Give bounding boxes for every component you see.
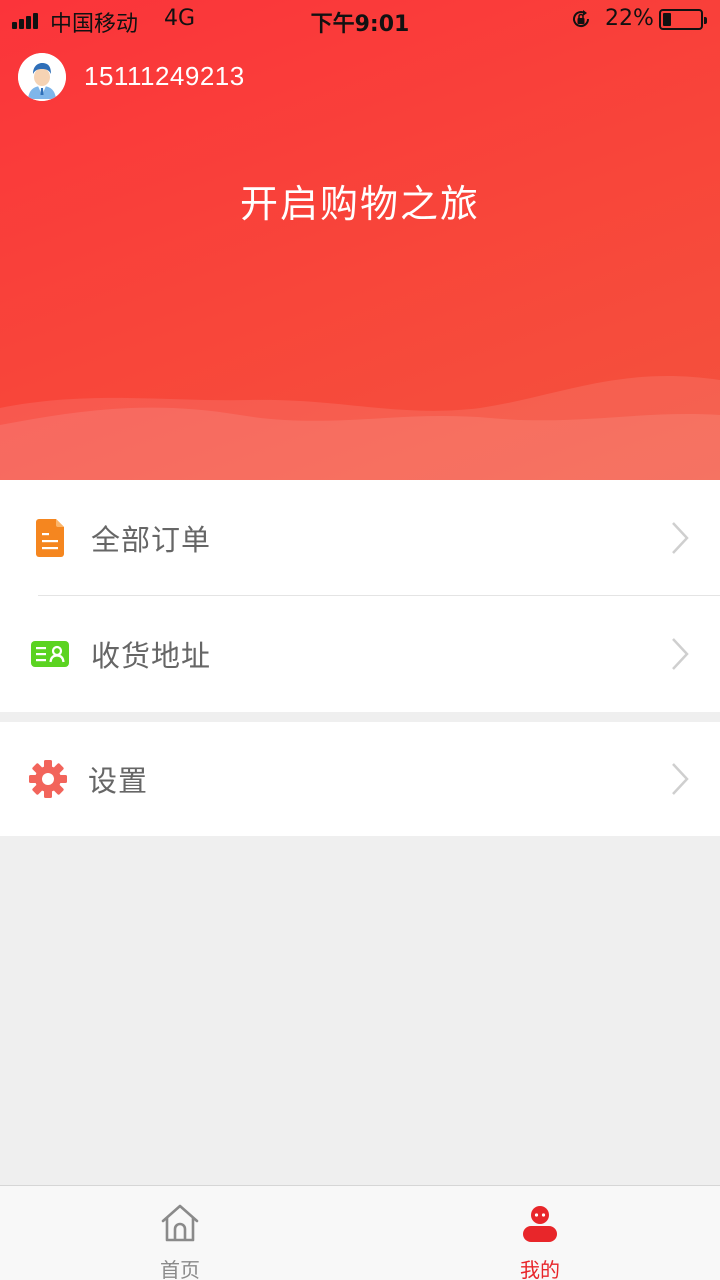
menu-label-orders: 全部订单: [91, 523, 212, 557]
menu-label-settings: 设置: [88, 764, 149, 798]
chevron-right-icon: [672, 763, 689, 795]
profile-icon: [523, 1206, 557, 1242]
user-avatar-icon: [18, 53, 66, 101]
document-icon: [36, 519, 64, 557]
tab-label-home: 首页: [160, 1258, 200, 1280]
tab-mine[interactable]: 我的: [360, 1186, 720, 1280]
menu-item-address[interactable]: 收货地址: [0, 596, 720, 712]
wave-decoration: [0, 375, 720, 480]
orientation-lock-icon: [573, 10, 590, 28]
status-bar: 中国移动 4G 下午9:01 22%: [0, 0, 720, 40]
user-phone-number: 15111249213: [84, 61, 245, 91]
chevron-right-icon: [672, 522, 689, 554]
battery-percent: 22%: [605, 6, 654, 31]
profile-header: 中国移动 4G 下午9:01 22% 15111249213 开启购物之旅: [0, 0, 720, 480]
chevron-right-icon: [672, 638, 689, 670]
avatar[interactable]: [18, 53, 66, 101]
banner-slogan: 开启购物之旅: [239, 182, 480, 226]
bottom-tab-bar: 首页 我的: [0, 1185, 720, 1280]
menu-item-settings[interactable]: 设置: [0, 722, 720, 836]
menu-label-address: 收货地址: [91, 639, 212, 673]
home-icon: [161, 1204, 199, 1242]
tab-label-mine: 我的: [520, 1258, 560, 1280]
battery-icon: [659, 9, 707, 30]
menu-item-orders[interactable]: 全部订单: [0, 480, 720, 596]
gear-icon: [29, 760, 67, 798]
menu-group-main: 全部订单 收货地址: [0, 480, 720, 712]
menu-group-settings: 设置: [0, 722, 720, 836]
tab-home[interactable]: 首页: [0, 1186, 360, 1280]
address-card-icon: [31, 641, 69, 667]
